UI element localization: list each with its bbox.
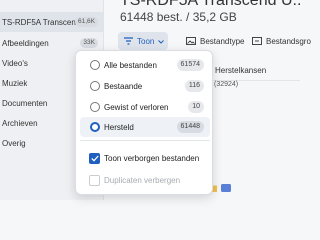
- option-label: Hersteld: [104, 122, 134, 132]
- option-all-files[interactable]: Alle bestanden 61574: [80, 55, 210, 75]
- sidebar-item-label: Documenten: [2, 98, 48, 108]
- new-badge-icon: [221, 183, 231, 194]
- hide-duplicates-option: Duplicaten verbergen: [80, 171, 210, 189]
- dropdown-divider: [80, 140, 210, 141]
- sidebar-item-label: TS-RDF5A Transcend U...: [2, 17, 80, 27]
- show-hidden-files-option[interactable]: Toon verborgen bestanden: [80, 149, 210, 167]
- filesize-label: Bestandsgro: [266, 36, 311, 46]
- filter-icon: [124, 37, 133, 45]
- show-hidden-label: Toon verborgen bestanden: [104, 153, 200, 163]
- filesize-button[interactable]: Bestandsgro: [246, 32, 317, 50]
- sidebar-item-badge: 33K: [80, 38, 98, 48]
- option-label: Gewist of verloren: [104, 102, 169, 112]
- size-icon: [252, 37, 262, 45]
- option-count: 10: [188, 101, 204, 113]
- option-count: 61574: [176, 59, 204, 71]
- option-count: 116: [184, 80, 204, 92]
- sidebar-item-label: Archieven: [2, 118, 38, 128]
- sidebar-item-badge: 61,6K: [75, 17, 98, 27]
- show-filter-dropdown: Alle bestanden 61574 Bestaande 116 Gewis…: [75, 50, 213, 195]
- sidebar-item-label: Overig: [2, 138, 26, 148]
- option-recovered[interactable]: Hersteld 61448: [80, 117, 210, 137]
- option-label: Bestaande: [104, 81, 143, 91]
- chevron-down-icon: [158, 37, 165, 46]
- radio-button[interactable]: [90, 102, 100, 112]
- checkmark-icon: [90, 155, 99, 162]
- page-subtitle: 61448 best. / 35,2 GB: [120, 10, 237, 24]
- option-deleted-or-lost[interactable]: Gewist of verloren 10: [80, 97, 210, 117]
- filetype-label: Bestandtype: [200, 36, 245, 46]
- option-count: 61448: [176, 121, 204, 133]
- sidebar-item-label: Muziek: [2, 78, 28, 88]
- show-filter-label: Toon: [137, 36, 155, 46]
- option-existing[interactable]: Bestaande 116: [80, 76, 210, 96]
- sidebar-item-label: Afbeeldingen: [2, 38, 49, 48]
- radio-button[interactable]: [90, 81, 100, 91]
- checkbox-disabled: [89, 175, 100, 186]
- filetype-button[interactable]: Bestandtype: [180, 32, 250, 50]
- column-header-recovery[interactable]: Herstelkansen: [215, 66, 266, 75]
- show-filter-button[interactable]: Toon: [118, 32, 168, 50]
- radio-button[interactable]: [90, 60, 100, 70]
- option-label: Alle bestanden: [104, 60, 157, 70]
- checkbox-checked[interactable]: [89, 153, 100, 164]
- image-icon: [186, 37, 196, 45]
- sidebar-item-drive[interactable]: TS-RDF5A Transcend U... 61,6K: [0, 12, 104, 32]
- sidebar-item-label: Video's: [2, 58, 28, 68]
- hide-duplicates-label: Duplicaten verbergen: [104, 175, 181, 185]
- list-count-text: (32924): [214, 81, 239, 88]
- page-title: TS-RDF5A Transcend U...: [120, 0, 300, 9]
- radio-button-checked[interactable]: [90, 122, 100, 132]
